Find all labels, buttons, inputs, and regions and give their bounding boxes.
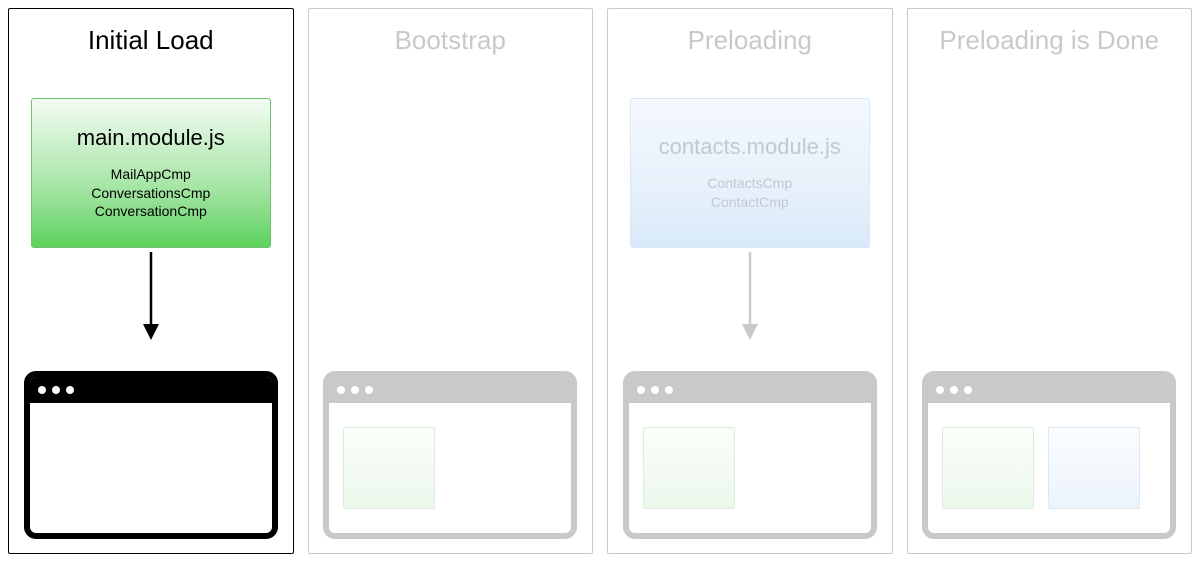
browser-window	[922, 371, 1176, 539]
browser-window	[24, 371, 278, 539]
window-dot-icon	[637, 386, 645, 394]
window-dot-icon	[365, 386, 373, 394]
browser-content	[629, 403, 871, 533]
arrow-down-icon	[608, 248, 892, 344]
window-dot-icon	[52, 386, 60, 394]
panel-initial-load: Initial Load main.module.js MailAppCmp C…	[8, 8, 294, 554]
window-dot-icon	[950, 386, 958, 394]
window-dot-icon	[651, 386, 659, 394]
window-dot-icon	[337, 386, 345, 394]
mini-module-blue	[1048, 427, 1140, 509]
module-title: main.module.js	[77, 125, 225, 151]
panel-preloading-done: Preloading is Done	[907, 8, 1193, 554]
mini-module-green	[942, 427, 1034, 509]
module-title: contacts.module.js	[659, 134, 841, 160]
browser-titlebar	[329, 377, 571, 403]
panel-title: Preloading	[688, 25, 812, 56]
panel-title: Initial Load	[88, 25, 214, 56]
module-main: main.module.js MailAppCmp ConversationsC…	[31, 98, 271, 248]
mini-module-green	[643, 427, 735, 509]
panel-bootstrap: Bootstrap	[308, 8, 594, 554]
browser-titlebar	[928, 377, 1170, 403]
module-item: ConversationCmp	[91, 202, 210, 221]
browser-content	[928, 403, 1170, 533]
module-item: MailAppCmp	[91, 165, 210, 184]
module-items: ContactsCmp ContactCmp	[707, 174, 792, 212]
panel-preloading: Preloading contacts.module.js ContactsCm…	[607, 8, 893, 554]
browser-content	[30, 403, 272, 533]
browser-titlebar	[629, 377, 871, 403]
panel-title: Bootstrap	[395, 25, 506, 56]
module-contacts: contacts.module.js ContactsCmp ContactCm…	[630, 98, 870, 248]
browser-titlebar	[30, 377, 272, 403]
browser-window	[323, 371, 577, 539]
module-item: ConversationsCmp	[91, 184, 210, 203]
browser-window	[623, 371, 877, 539]
panel-title: Preloading is Done	[939, 25, 1159, 56]
window-dot-icon	[665, 386, 673, 394]
window-dot-icon	[351, 386, 359, 394]
module-item: ContactCmp	[707, 193, 792, 212]
window-dot-icon	[66, 386, 74, 394]
diagram-wrap: Initial Load main.module.js MailAppCmp C…	[0, 0, 1200, 562]
module-item: ContactsCmp	[707, 174, 792, 193]
window-dot-icon	[38, 386, 46, 394]
window-dot-icon	[964, 386, 972, 394]
browser-content	[329, 403, 571, 533]
mini-module-green	[343, 427, 435, 509]
arrow-down-icon	[9, 248, 293, 344]
module-items: MailAppCmp ConversationsCmp Conversation…	[91, 165, 210, 222]
window-dot-icon	[936, 386, 944, 394]
